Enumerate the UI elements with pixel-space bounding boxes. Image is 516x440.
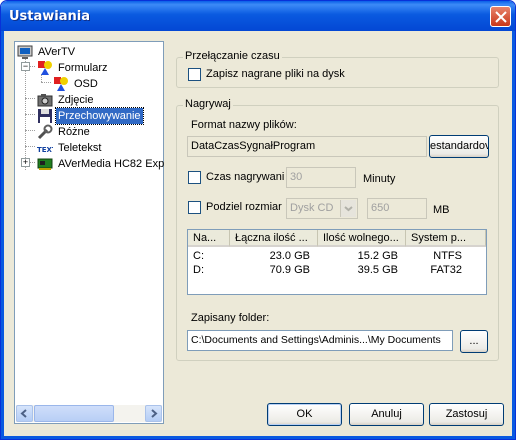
drive-list[interactable]: Na... Łączna ilość ... Ilość wolnego... …: [187, 229, 487, 295]
split-media-value: Dysk CD: [290, 202, 334, 214]
duration-field[interactable]: 30: [286, 167, 356, 188]
filename-format-label: Format nazwy plików:: [191, 119, 297, 131]
title-bar[interactable]: Ustawiania: [1, 1, 515, 31]
apply-button[interactable]: Zastosuj: [429, 403, 504, 426]
tools-icon: [37, 124, 53, 140]
column-header-name[interactable]: Na...: [188, 230, 230, 247]
drive-filesystem: NTFS: [433, 250, 462, 262]
duration-checkbox[interactable]: [188, 171, 201, 184]
saved-folder-label: Zapisany folder:: [191, 312, 270, 324]
close-button[interactable]: [490, 6, 511, 27]
filename-format-field[interactable]: DataCzasSygnałProgram: [187, 136, 427, 157]
scroll-right-button[interactable]: [145, 405, 162, 422]
default-format-button[interactable]: estandardov: [429, 135, 489, 158]
drive-filesystem: FAT32: [430, 264, 462, 276]
expand-icon[interactable]: +: [21, 158, 30, 167]
saved-folder-field[interactable]: C:\Documents and Settings\Adminis...\My …: [187, 330, 453, 351]
tuner-card-icon: [37, 156, 53, 172]
floppy-disk-icon: [37, 108, 53, 124]
column-header-free[interactable]: Ilość wolnego...: [318, 230, 406, 247]
split-size-checkbox[interactable]: [188, 201, 201, 214]
drive-total: 70.9 GB: [269, 264, 310, 276]
split-size-label: Podziel rozmiar: [206, 201, 282, 213]
ok-button[interactable]: OK: [267, 403, 342, 426]
settings-tree[interactable]: AVerTV − Formularz OSD Zdjęcie Przechowy…: [14, 41, 164, 424]
cancel-button[interactable]: Anuluj: [349, 403, 424, 426]
window-title: Ustawiania: [9, 9, 91, 24]
shapes-icon: [53, 76, 69, 92]
duration-label: Czas nagrywani: [206, 171, 285, 183]
monitor-icon: [17, 44, 33, 60]
camera-icon: [37, 92, 53, 108]
collapse-icon[interactable]: −: [21, 62, 30, 71]
arrow-right-icon: [151, 409, 158, 418]
drive-name: C:: [193, 250, 204, 262]
drive-name: D:: [193, 264, 204, 276]
tree-horizontal-scrollbar[interactable]: [16, 405, 162, 422]
scroll-left-button[interactable]: [16, 405, 33, 422]
settings-window: Ustawiania AVerTV − Formularz OSD Zdjęci…: [0, 0, 516, 440]
scroll-thumb[interactable]: [34, 405, 114, 422]
close-icon: [495, 11, 507, 23]
time-shift-legend: Przełączanie czasu: [183, 50, 282, 62]
dropdown-arrow-icon[interactable]: [340, 200, 356, 217]
drive-free: 39.5 GB: [357, 264, 398, 276]
drive-total: 23.0 GB: [269, 250, 310, 262]
save-recordings-checkbox[interactable]: [188, 68, 201, 81]
save-recordings-label: Zapisz nagrane pliki na dysk: [206, 68, 345, 80]
browse-folder-button[interactable]: ...: [460, 330, 488, 353]
svg-text:TEXT: TEXT: [37, 146, 53, 154]
recording-legend: Nagrywaj: [183, 98, 233, 110]
column-header-filesystem[interactable]: System p...: [406, 230, 486, 247]
split-size-unit: MB: [433, 204, 450, 216]
text-icon: TEXT: [37, 140, 57, 156]
arrow-left-icon: [20, 409, 27, 418]
column-header-total[interactable]: Łączna ilość ...: [230, 230, 318, 247]
drive-free: 15.2 GB: [357, 250, 398, 262]
duration-unit: Minuty: [363, 173, 396, 185]
split-media-select[interactable]: Dysk CD: [286, 198, 358, 219]
shapes-icon: [37, 60, 53, 76]
split-size-field[interactable]: 650: [367, 198, 427, 219]
